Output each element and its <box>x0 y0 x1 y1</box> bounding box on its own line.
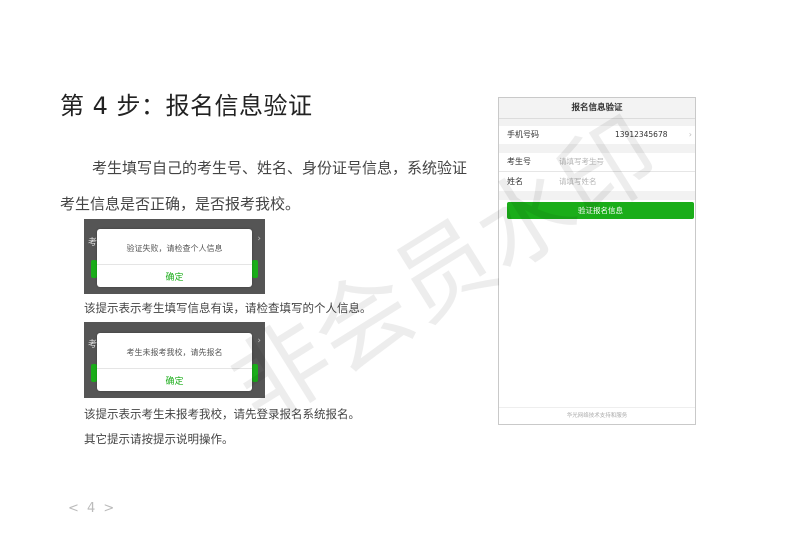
green-button-edge-right <box>252 364 258 382</box>
dialog-divider <box>97 264 252 265</box>
name-label: 姓名 <box>507 177 523 186</box>
dialog-message: 考生未报考我校，请先报名 <box>126 348 223 357</box>
dialog-screenshot-fail: 考 › 验证失败，请检查个人信息 确定 <box>84 219 265 294</box>
footer-divider <box>499 407 695 408</box>
chevron-right-icon: › <box>257 336 261 346</box>
name-row: 姓名 请填写姓名 <box>499 173 695 191</box>
dialog-screenshot-not-registered: 考 › 考生未报考我校，请先报名 确定 <box>84 322 265 398</box>
section-gap <box>499 144 695 153</box>
name-input[interactable]: 请填写姓名 <box>559 173 597 191</box>
dialog-message: 验证失败，请检查个人信息 <box>126 244 223 253</box>
phone-header-title: 报名信息验证 <box>499 98 695 119</box>
chevron-right-icon: › <box>688 130 692 139</box>
dialog-ok-button[interactable]: 确定 <box>97 374 252 387</box>
exam-number-input[interactable]: 请填写考生号 <box>559 153 604 171</box>
phone-mockup: 报名信息验证 手机号码 13912345678 › 考生号 请填写考生号 姓名 … <box>498 97 696 425</box>
phone-footer: 华光网络技术支持和服务 <box>566 413 628 419</box>
partial-label: 考 <box>88 238 98 248</box>
green-button-edge-right <box>252 260 258 278</box>
partial-label: 考 <box>88 340 98 350</box>
dialog-ok-button[interactable]: 确定 <box>97 270 252 283</box>
verify-registration-button[interactable]: 验证报名信息 <box>507 202 694 219</box>
other-note: 其它提示请按提示说明操作。 <box>84 432 234 446</box>
caption-fail: 该提示表示考生填写信息有误，请检查填写的个人信息。 <box>84 301 372 315</box>
paragraph-line-1: 考生填写自己的考生号、姓名、身份证号信息，系统验证 <box>92 159 468 177</box>
exam-number-label: 考生号 <box>507 157 531 166</box>
alert-dialog: 验证失败，请检查个人信息 确定 <box>97 229 252 287</box>
phone-number-label: 手机号码 <box>507 130 539 139</box>
caption-not-registered: 该提示表示考生未报考我校，请先登录报名系统报名。 <box>84 407 360 421</box>
alert-dialog: 考生未报考我校，请先报名 确定 <box>97 333 252 391</box>
paragraph-line-2: 考生信息是否正确，是否报考我校。 <box>60 195 301 213</box>
page-indicator: < 4 > <box>68 501 117 516</box>
section-gap <box>499 119 695 126</box>
phone-number-row[interactable]: 手机号码 13912345678 › <box>499 126 695 144</box>
phone-number-value: 13912345678 <box>615 130 668 139</box>
intro-paragraph: 考生填写自己的考生号、姓名、身份证号信息，系统验证 考生信息是否正确，是否报考我… <box>60 150 490 222</box>
chevron-right-icon: › <box>257 234 261 244</box>
dialog-divider <box>97 368 252 369</box>
section-gap <box>499 191 695 200</box>
row-divider <box>499 171 695 172</box>
exam-number-row: 考生号 请填写考生号 <box>499 153 695 171</box>
step-title: 第 4 步：报名信息验证 <box>60 92 313 120</box>
